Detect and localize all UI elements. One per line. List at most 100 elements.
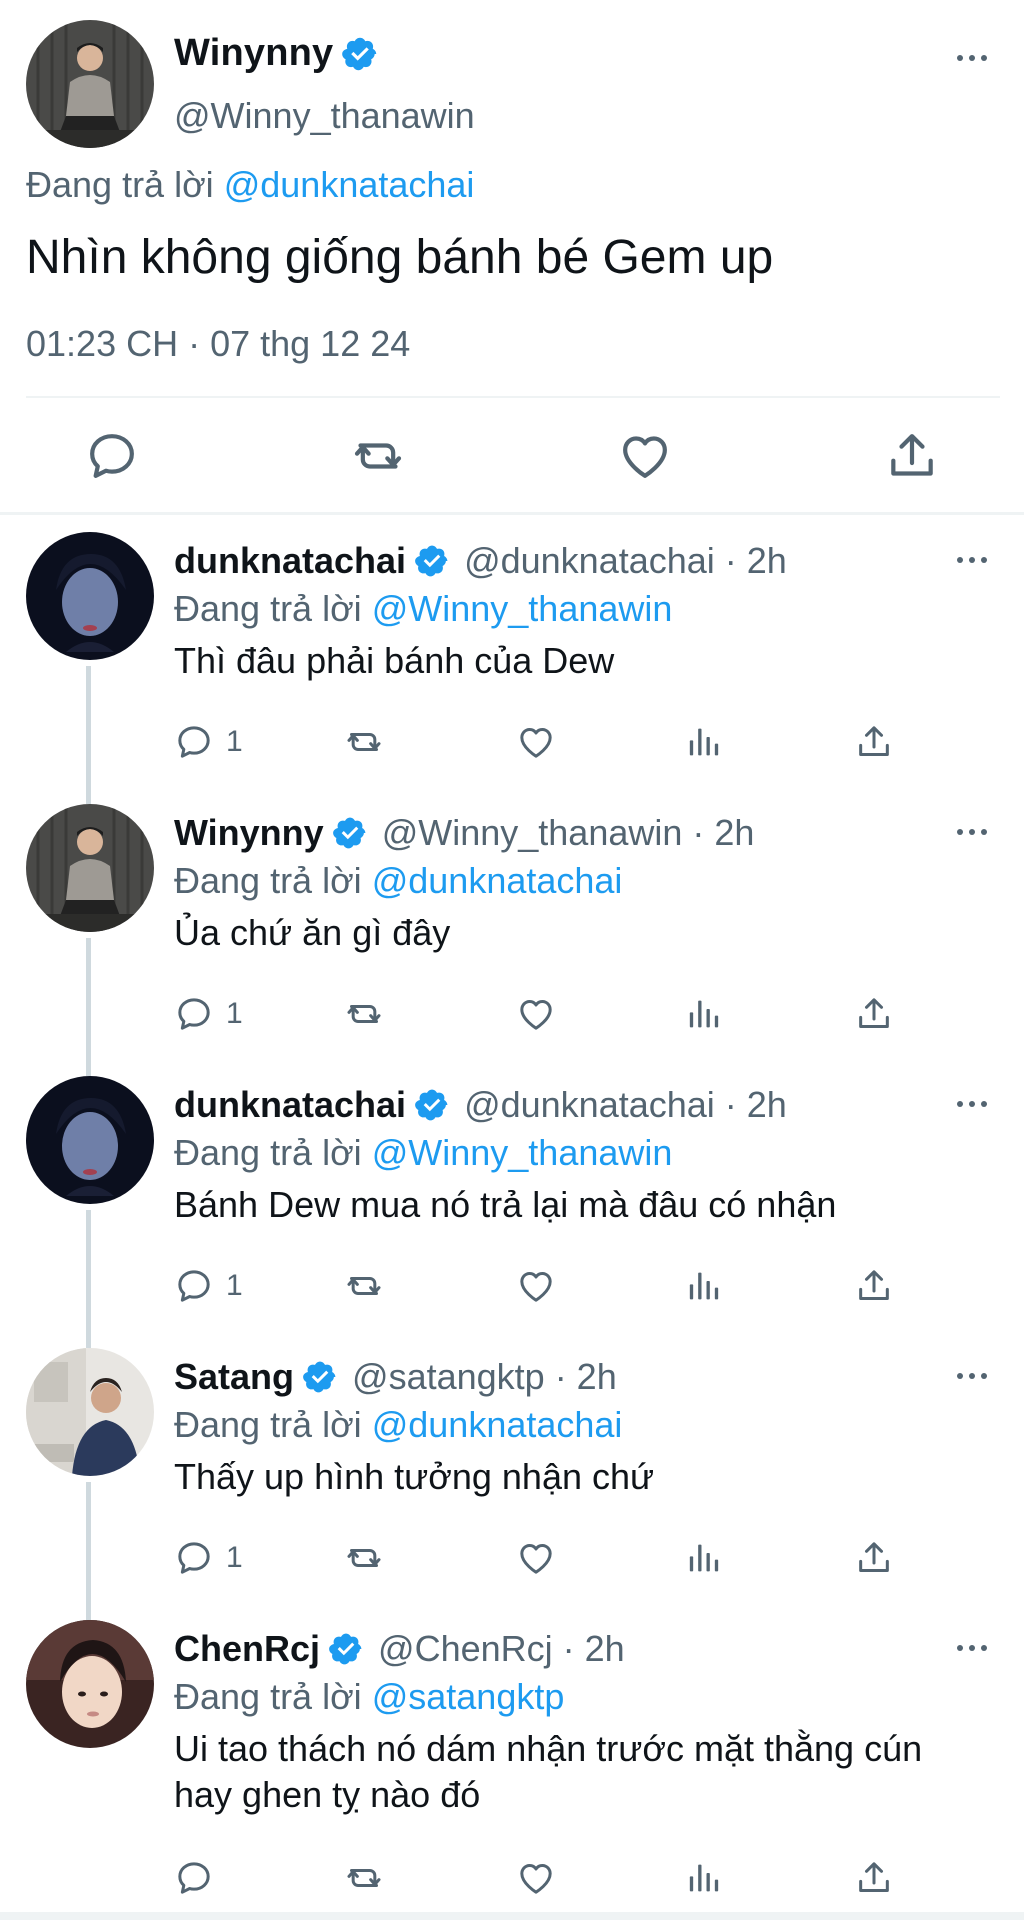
reply-tweet[interactable]: dunknatachai @dunknatachai · 2h Đang trả… (0, 1076, 1024, 1348)
reply-count: 1 (226, 1269, 243, 1302)
like-button[interactable] (516, 718, 556, 766)
handle-and-time[interactable]: @satangktp · 2h (352, 1356, 617, 1398)
display-name[interactable]: ChenRcj (174, 1628, 320, 1670)
more-options-icon[interactable] (952, 1094, 992, 1114)
display-name[interactable]: Winynny (174, 812, 324, 854)
mention-link[interactable]: @dunknatachai (224, 164, 475, 205)
avatar-dunknatachai-image (26, 1076, 154, 1204)
verified-badge-icon (332, 815, 368, 851)
like-icon (516, 1858, 556, 1898)
replying-to-line: Đang trả lời @satangktp (174, 1676, 564, 1718)
reply-text: Ui tao thách nó dám nhận trước mặt thằng… (174, 1728, 923, 1815)
name-row: Winynny (174, 32, 379, 75)
retweet-icon (344, 1266, 384, 1306)
replying-prefix: Đang trả lời (174, 588, 362, 629)
like-icon[interactable] (617, 428, 673, 484)
share-button[interactable] (854, 718, 894, 766)
share-icon[interactable] (884, 428, 940, 484)
reply-tweet[interactable]: dunknatachai @dunknatachai · 2h Đang trả… (0, 532, 1024, 804)
reply-tweet[interactable]: Satang @satangktp · 2h Đang trả lời @dun… (0, 1348, 1024, 1620)
replying-prefix: Đang trả lời (174, 860, 362, 901)
avatar-winynny-image (26, 804, 154, 932)
share-icon (854, 1538, 894, 1578)
handle-and-time[interactable]: @dunknatachai · 2h (464, 1084, 787, 1126)
mention-link[interactable]: @dunknatachai (372, 860, 623, 901)
handle-and-time[interactable]: @Winny_thanawin · 2h (382, 812, 755, 854)
reply-header: Winynny @Winny_thanawin · 2h (174, 812, 754, 854)
avatar[interactable] (26, 532, 154, 660)
retweet-button[interactable] (344, 990, 384, 1038)
avatar-dunknatachai-image (26, 532, 154, 660)
more-options-icon[interactable] (952, 48, 992, 68)
like-icon (516, 994, 556, 1034)
display-name[interactable]: dunknatachai (174, 540, 406, 582)
views-button[interactable] (684, 1534, 724, 1582)
views-button[interactable] (684, 990, 724, 1038)
like-icon (516, 1538, 556, 1578)
reply-button[interactable]: 1 (174, 990, 243, 1038)
section-divider (0, 512, 1024, 515)
like-button[interactable] (516, 1262, 556, 1310)
share-icon (854, 1266, 894, 1306)
display-name[interactable]: Winynny (174, 32, 333, 75)
avatar-winynny-image (26, 20, 154, 148)
views-button[interactable] (684, 1262, 724, 1310)
share-button[interactable] (854, 990, 894, 1038)
more-options-icon[interactable] (952, 550, 992, 570)
handle-and-time[interactable]: @ChenRcj · 2h (378, 1628, 625, 1670)
reply-icon (174, 1266, 214, 1306)
more-options-icon[interactable] (952, 822, 992, 842)
more-options-icon[interactable] (952, 1638, 992, 1658)
mention-link[interactable]: @Winny_thanawin (372, 1132, 673, 1173)
avatar[interactable] (26, 1620, 154, 1748)
handle[interactable]: @Winny_thanawin (174, 95, 475, 137)
reply-text: Bánh Dew mua nó trả lại mà đâu có nhận (174, 1184, 837, 1225)
reply-button[interactable]: 1 (174, 718, 243, 766)
reply-button[interactable] (174, 1854, 214, 1902)
timestamp[interactable]: 01:23 CH · 07 thg 12 24 (26, 323, 410, 365)
retweet-button[interactable] (344, 1854, 384, 1902)
bottom-divider (0, 1912, 1024, 1920)
reply-header: ChenRcj @ChenRcj · 2h (174, 1628, 625, 1670)
reply-header: dunknatachai @dunknatachai · 2h (174, 1084, 787, 1126)
replying-to-line: Đang trả lời @Winny_thanawin (174, 1132, 672, 1174)
reply-count: 1 (226, 997, 243, 1030)
reply-button[interactable]: 1 (174, 1534, 243, 1582)
action-bar (174, 1854, 994, 1902)
reply-text: Ủa chứ ăn gì đây (174, 912, 451, 953)
retweet-icon[interactable] (350, 428, 406, 484)
display-name[interactable]: dunknatachai (174, 1084, 406, 1126)
mention-link[interactable]: @satangktp (372, 1676, 565, 1717)
handle-and-time[interactable]: @dunknatachai · 2h (464, 540, 787, 582)
retweet-button[interactable] (344, 1534, 384, 1582)
reply-icon (174, 722, 214, 762)
replying-prefix: Đang trả lời (26, 164, 214, 205)
reply-button[interactable]: 1 (174, 1262, 243, 1310)
share-icon (854, 994, 894, 1034)
reply-count: 1 (226, 1541, 243, 1574)
reply-tweet[interactable]: Winynny @Winny_thanawin · 2h Đang trả lờ… (0, 804, 1024, 1076)
reply-tweet[interactable]: ChenRcj @ChenRcj · 2h Đang trả lời @sata… (0, 1620, 1024, 1912)
reply-icon[interactable] (84, 428, 140, 484)
retweet-icon (344, 722, 384, 762)
avatar-satang-image (26, 1348, 154, 1476)
replying-to-line: Đang trả lời @dunknatachai (174, 860, 622, 902)
mention-link[interactable]: @Winny_thanawin (372, 588, 673, 629)
more-options-icon[interactable] (952, 1366, 992, 1386)
like-button[interactable] (516, 990, 556, 1038)
retweet-button[interactable] (344, 718, 384, 766)
display-name[interactable]: Satang (174, 1356, 294, 1398)
avatar[interactable] (26, 1348, 154, 1476)
avatar[interactable] (26, 1076, 154, 1204)
retweet-button[interactable] (344, 1262, 384, 1310)
views-button[interactable] (684, 718, 724, 766)
like-button[interactable] (516, 1854, 556, 1902)
share-button[interactable] (854, 1854, 894, 1902)
like-button[interactable] (516, 1534, 556, 1582)
mention-link[interactable]: @dunknatachai (372, 1404, 623, 1445)
share-button[interactable] (854, 1534, 894, 1582)
avatar[interactable] (26, 20, 154, 148)
share-button[interactable] (854, 1262, 894, 1310)
views-button[interactable] (684, 1854, 724, 1902)
avatar[interactable] (26, 804, 154, 932)
